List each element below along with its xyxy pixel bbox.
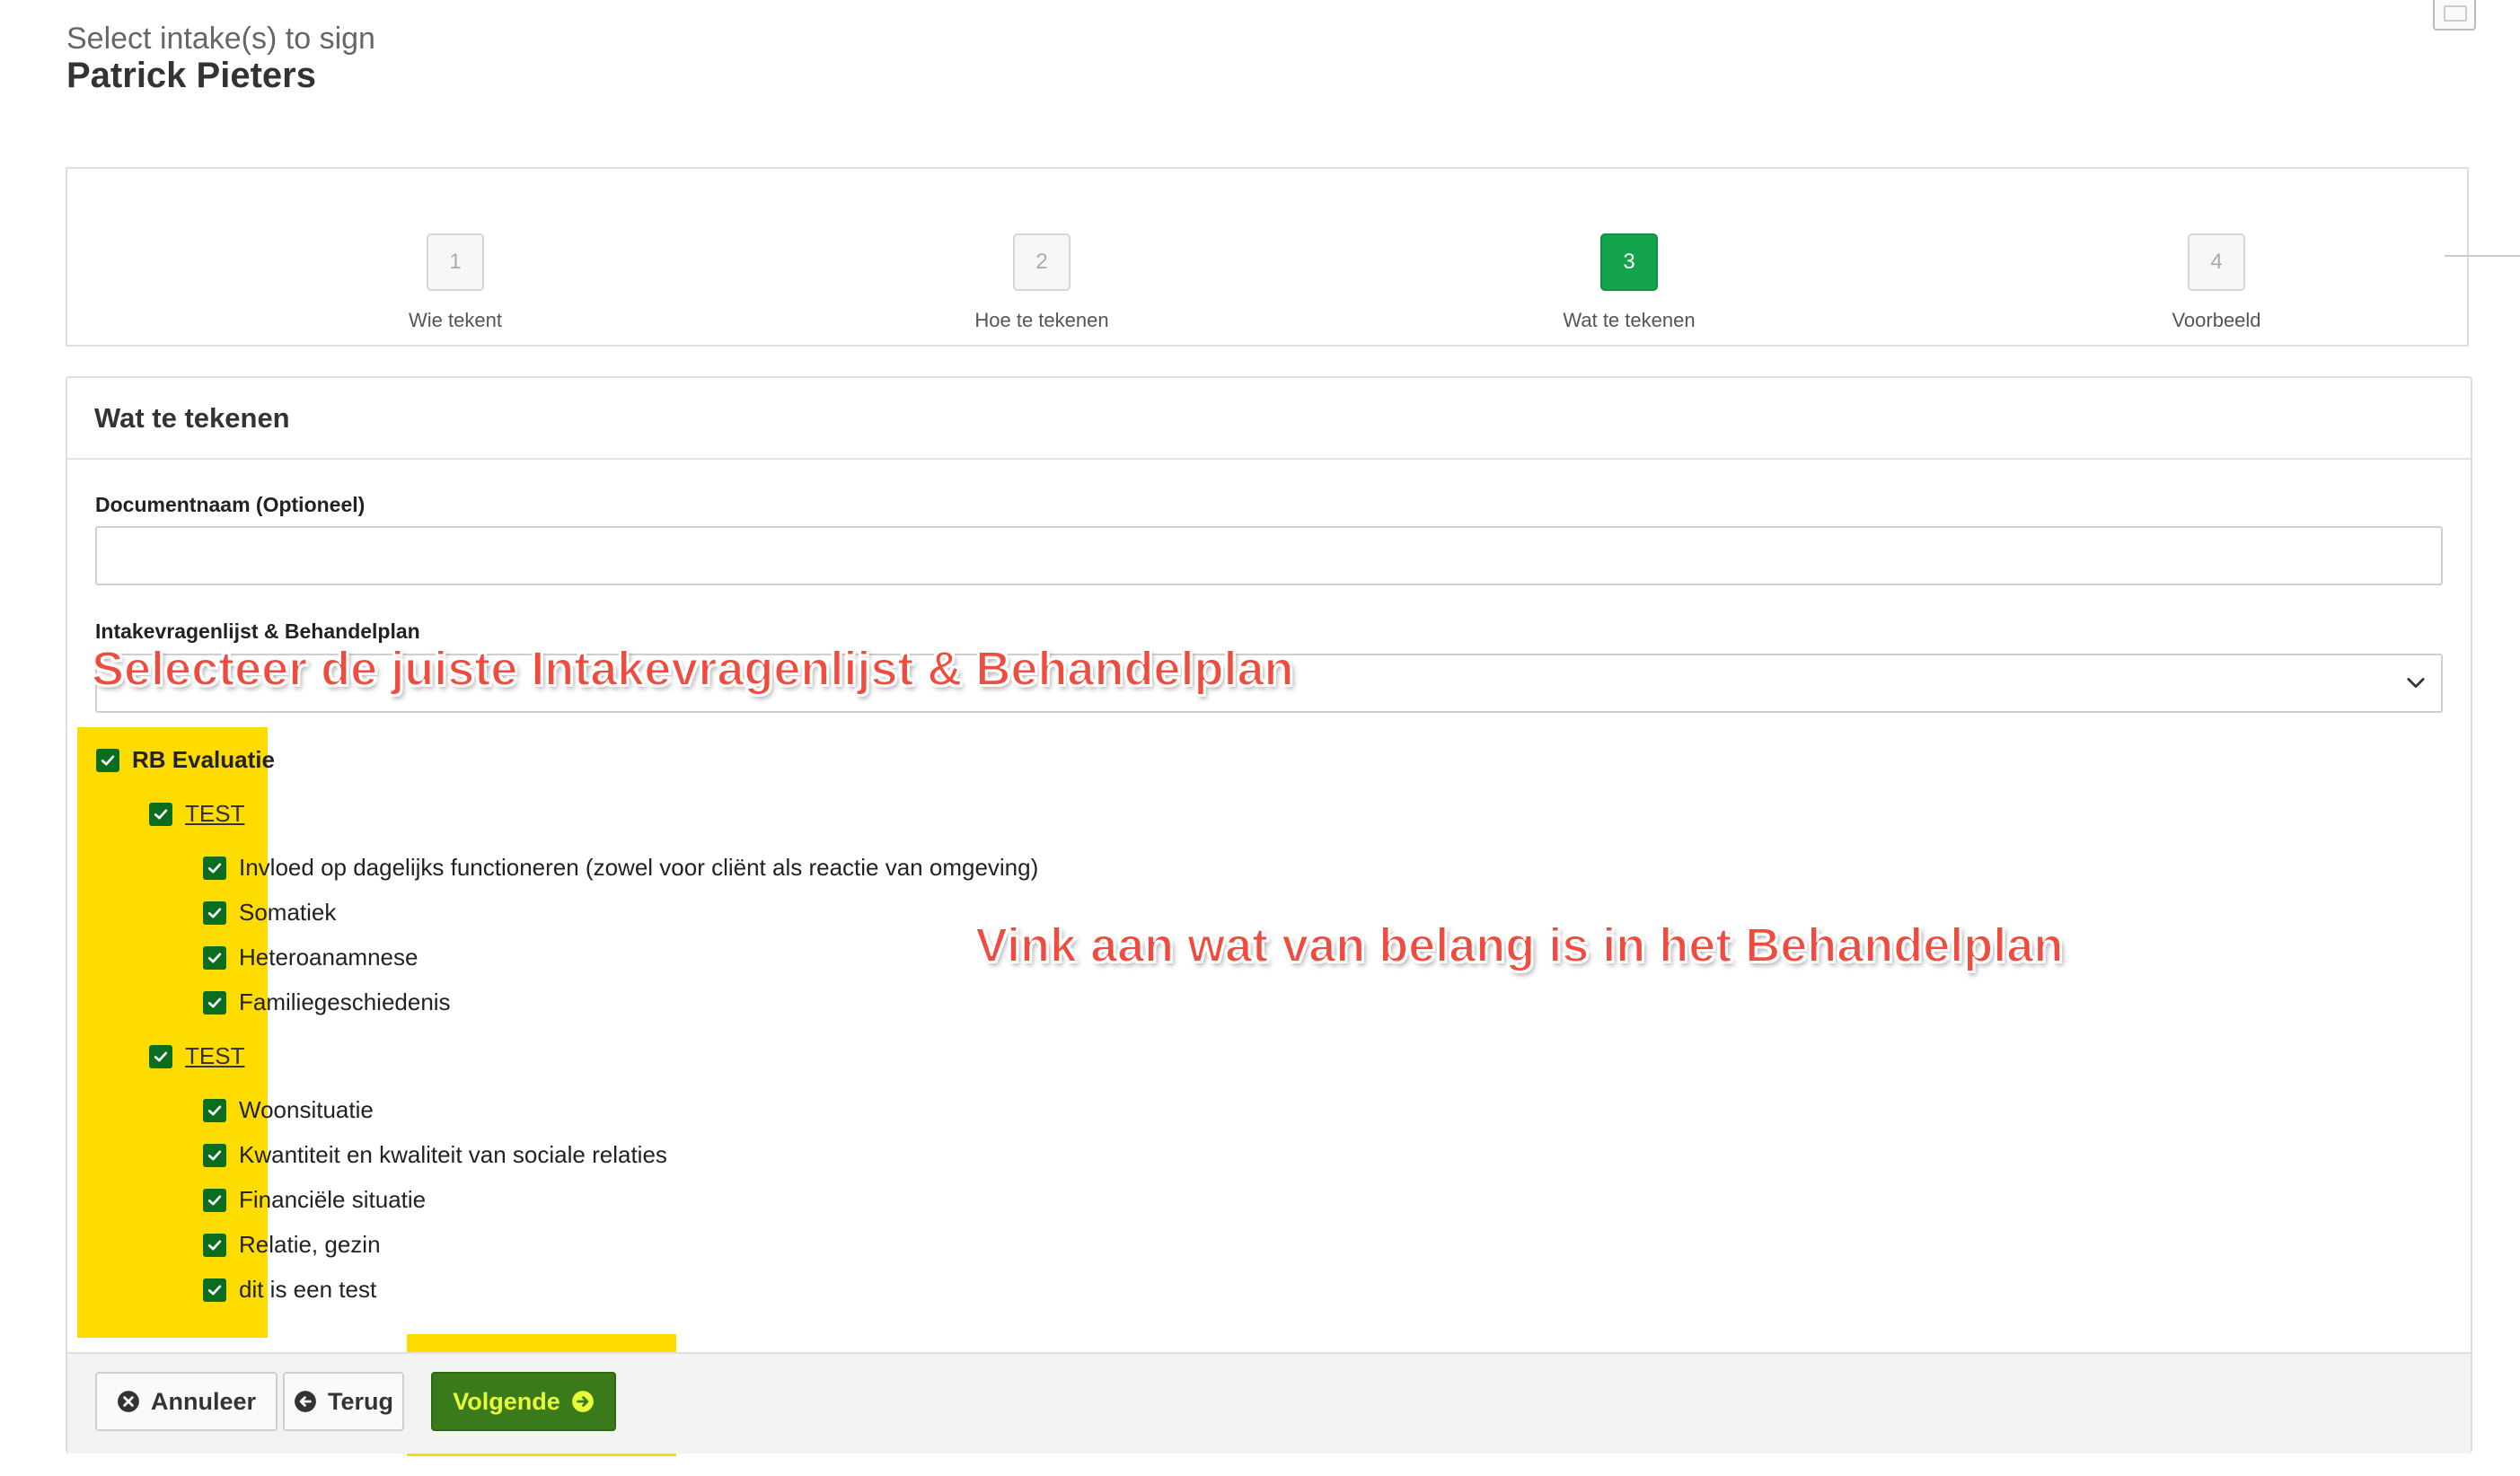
panel-title: Wat te tekenen [94,402,290,434]
divider [67,458,2471,460]
tree-leaf-item[interactable]: Somatiek [203,899,336,927]
document-icon[interactable] [2433,0,2476,31]
checkbox-label: Heteroanamnese [239,944,419,971]
checkbox-label: dit is een test [239,1276,377,1303]
tree-leaf-item[interactable]: dit is een test [203,1276,376,1304]
step-label: Voorbeeld [2172,309,2261,331]
step-label: Wie tekent [409,309,502,331]
checkbox[interactable] [203,1143,226,1167]
step-number: 4 [2188,233,2245,291]
checkbox-label: RB Evaluatie [132,746,275,773]
checkbox[interactable] [203,1188,226,1212]
tree-leaf-item[interactable]: Woonsituatie [203,1096,374,1124]
step-4[interactable]: 4 Voorbeeld [2082,233,2351,332]
checkbox-label: TEST [185,1042,245,1069]
checkbox-label: Financiële situatie [239,1186,427,1213]
tree-leaf-item[interactable]: Familiegeschiedenis [203,988,451,1016]
back-label: Terug [328,1387,393,1415]
step-label: Wat te tekenen [1563,309,1696,331]
checkbox-label: Familiegeschiedenis [239,988,451,1015]
annotation-check-hint: Vink aan wat van belang is in het Behand… [974,918,2064,973]
wizard-steps: 1 Wie tekent 2 Hoe te tekenen 3 Wat te t… [66,167,2469,347]
step-number: 2 [1013,233,1071,291]
checkbox[interactable] [203,990,226,1015]
tree-leaf-item[interactable]: Financiële situatie [203,1186,426,1214]
checkbox[interactable] [96,748,119,772]
document-name-label: Documentnaam (Optioneel) [95,493,366,516]
tree-leaf-item[interactable]: Heteroanamnese [203,944,418,971]
chevron-down-icon [2407,678,2425,689]
checkbox-label: TEST [185,800,245,827]
step-2[interactable]: 2 Hoe te tekenen [907,233,1176,332]
checkbox-label: Woonsituatie [239,1096,374,1123]
cancel-button[interactable]: Annuleer [95,1372,278,1431]
intake-select-label: Intakevragenlijst & Behandelplan [95,619,420,643]
checkbox[interactable] [203,1098,226,1122]
arrow-right-circle-icon [571,1391,594,1412]
tree-leaf-item[interactable]: Relatie, gezin [203,1231,381,1259]
tree-leaf-item[interactable]: Invloed op dagelijks functioneren (zowel… [203,854,1038,882]
next-button[interactable]: Volgende [431,1372,616,1431]
step-label: Hoe te tekenen [974,309,1109,331]
cancel-label: Annuleer [150,1387,257,1415]
step-number: 1 [427,233,484,291]
checkbox[interactable] [203,856,226,880]
step-number: 3 [1600,233,1658,291]
x-circle-icon [118,1391,139,1412]
checkbox[interactable] [203,1278,226,1302]
checkbox[interactable] [149,802,172,826]
tree-group-item[interactable]: TEST [149,800,244,828]
checkbox[interactable] [203,945,226,970]
arrow-left-circle-icon [295,1391,316,1412]
checkbox[interactable] [149,1044,172,1068]
step-1[interactable]: 1 Wie tekent [321,233,590,332]
page-title: Patrick Pieters [66,56,316,95]
panel-footer [67,1352,2471,1454]
tree-root-item[interactable]: RB Evaluatie [96,746,275,774]
tree-leaf-item[interactable]: Kwantiteit en kwaliteit van sociale rela… [203,1141,667,1169]
annotation-select-hint: Selecteer de juiste Intakevragenlijst & … [91,641,1294,697]
next-label: Volgende [453,1387,560,1415]
back-button[interactable]: Terug [283,1372,404,1431]
checkbox-label: Kwantiteit en kwaliteit van sociale rela… [239,1141,667,1168]
checkbox[interactable] [203,901,226,925]
page-subtitle: Select intake(s) to sign [66,22,375,56]
step-3[interactable]: 3 Wat te tekenen [1494,233,1764,332]
tree-group-item[interactable]: TEST [149,1042,244,1070]
checkbox-label: Invloed op dagelijks functioneren (zowel… [239,854,1039,881]
checkbox-label: Somatiek [239,899,337,926]
checkbox[interactable] [203,1233,226,1257]
step-connector [2445,255,2520,257]
document-name-input[interactable] [95,526,2443,585]
checkbox-label: Relatie, gezin [239,1231,381,1258]
